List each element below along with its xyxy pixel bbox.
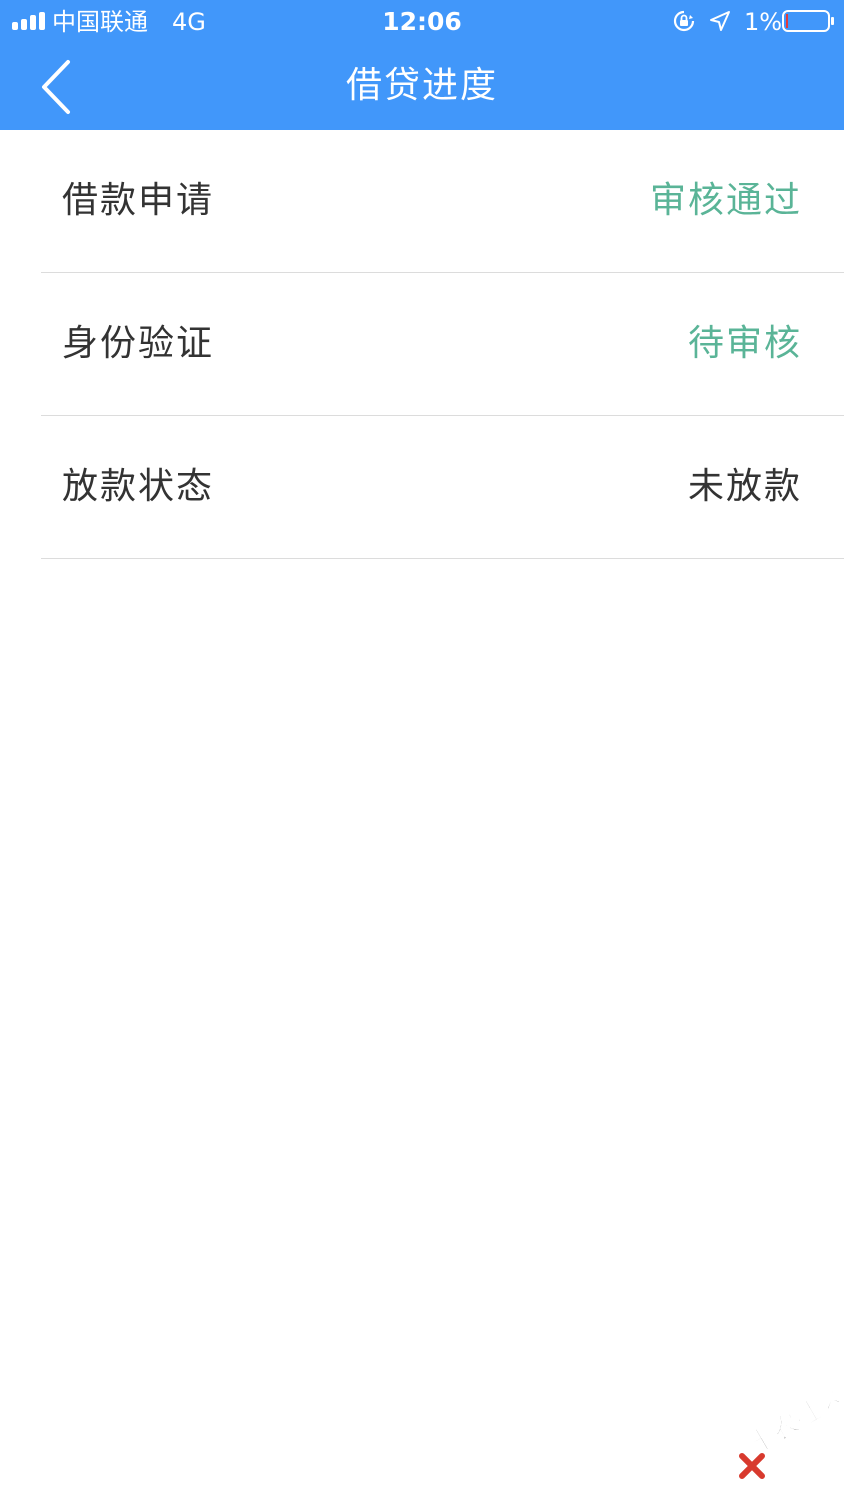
row-label: 放款状态 [62, 466, 215, 507]
status-bar: 中国联通 4G 12:06 1% [0, 0, 844, 44]
battery-icon [782, 10, 834, 32]
watermark: 卡农社区 [738, 1382, 844, 1488]
status-value: 审核通过 [649, 180, 802, 221]
app-header: 中国联通 4G 12:06 1% 借贷进度 [0, 0, 844, 130]
row-label: 身份验证 [62, 323, 215, 364]
page-title: 借贷进度 [345, 65, 498, 106]
list-item-identity-verification[interactable]: 身份验证 待审核 [41, 273, 844, 416]
list-item-loan-application[interactable]: 借款申请 审核通过 [41, 130, 844, 273]
status-value: 待审核 [687, 323, 802, 364]
progress-list: 借款申请 审核通过 身份验证 待审核 放款状态 未放款 [0, 130, 844, 559]
battery-percent: 1% [744, 8, 783, 36]
list-item-disbursement-status[interactable]: 放款状态 未放款 [41, 416, 844, 559]
location-arrow-icon [710, 11, 730, 31]
status-value: 未放款 [687, 466, 802, 507]
navigation-bar: 借贷进度 [0, 44, 844, 130]
rotation-lock-icon [673, 10, 695, 32]
watermark-text: 卡农社区 [744, 1382, 844, 1461]
row-label: 借款申请 [62, 180, 215, 221]
